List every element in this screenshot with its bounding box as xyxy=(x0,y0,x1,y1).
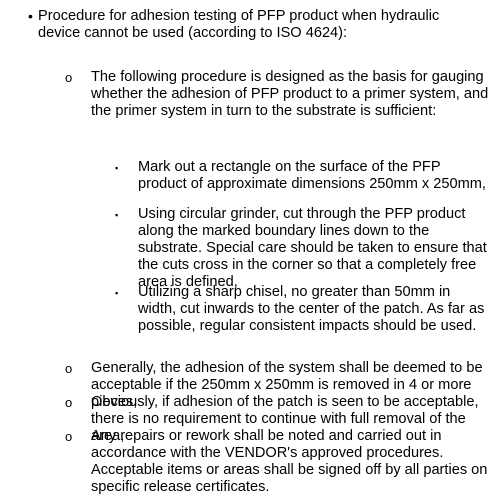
procedure-intro-item: o The following procedure is designed as… xyxy=(65,69,491,120)
step-text-1: Mark out a rectangle on the surface of t… xyxy=(138,159,486,192)
sub-bullet-marker: o xyxy=(65,361,73,376)
step-text-2: Using circular grinder, cut through the … xyxy=(138,206,487,290)
square-bullet-marker: ▪ xyxy=(115,163,119,173)
sub-bullet-marker: o xyxy=(65,70,73,85)
square-bullet-marker: ▪ xyxy=(115,288,119,298)
sub-bullet-marker: o xyxy=(65,429,73,444)
procedure-heading-item: • Procedure for adhesion testing of PFP … xyxy=(28,8,478,42)
square-bullet-marker: ▪ xyxy=(115,210,119,220)
bullet-marker: • xyxy=(28,8,33,24)
step-item-3: ▪ Utilizing a sharp chisel, no greater t… xyxy=(115,284,492,335)
step-text-3: Utilizing a sharp chisel, no greater tha… xyxy=(138,284,485,334)
sub-bullet-marker: o xyxy=(65,395,73,410)
criteria-item-3: o Any repairs or rework shall be noted a… xyxy=(65,428,491,496)
procedure-heading-text: Procedure for adhesion testing of PFP pr… xyxy=(38,8,440,41)
step-item-2: ▪ Using circular grinder, cut through th… xyxy=(115,206,492,291)
procedure-intro-text: The following procedure is designed as t… xyxy=(91,69,489,119)
step-item-1: ▪ Mark out a rectangle on the surface of… xyxy=(115,159,492,193)
criteria-text-3: Any repairs or rework shall be noted and… xyxy=(91,428,488,495)
